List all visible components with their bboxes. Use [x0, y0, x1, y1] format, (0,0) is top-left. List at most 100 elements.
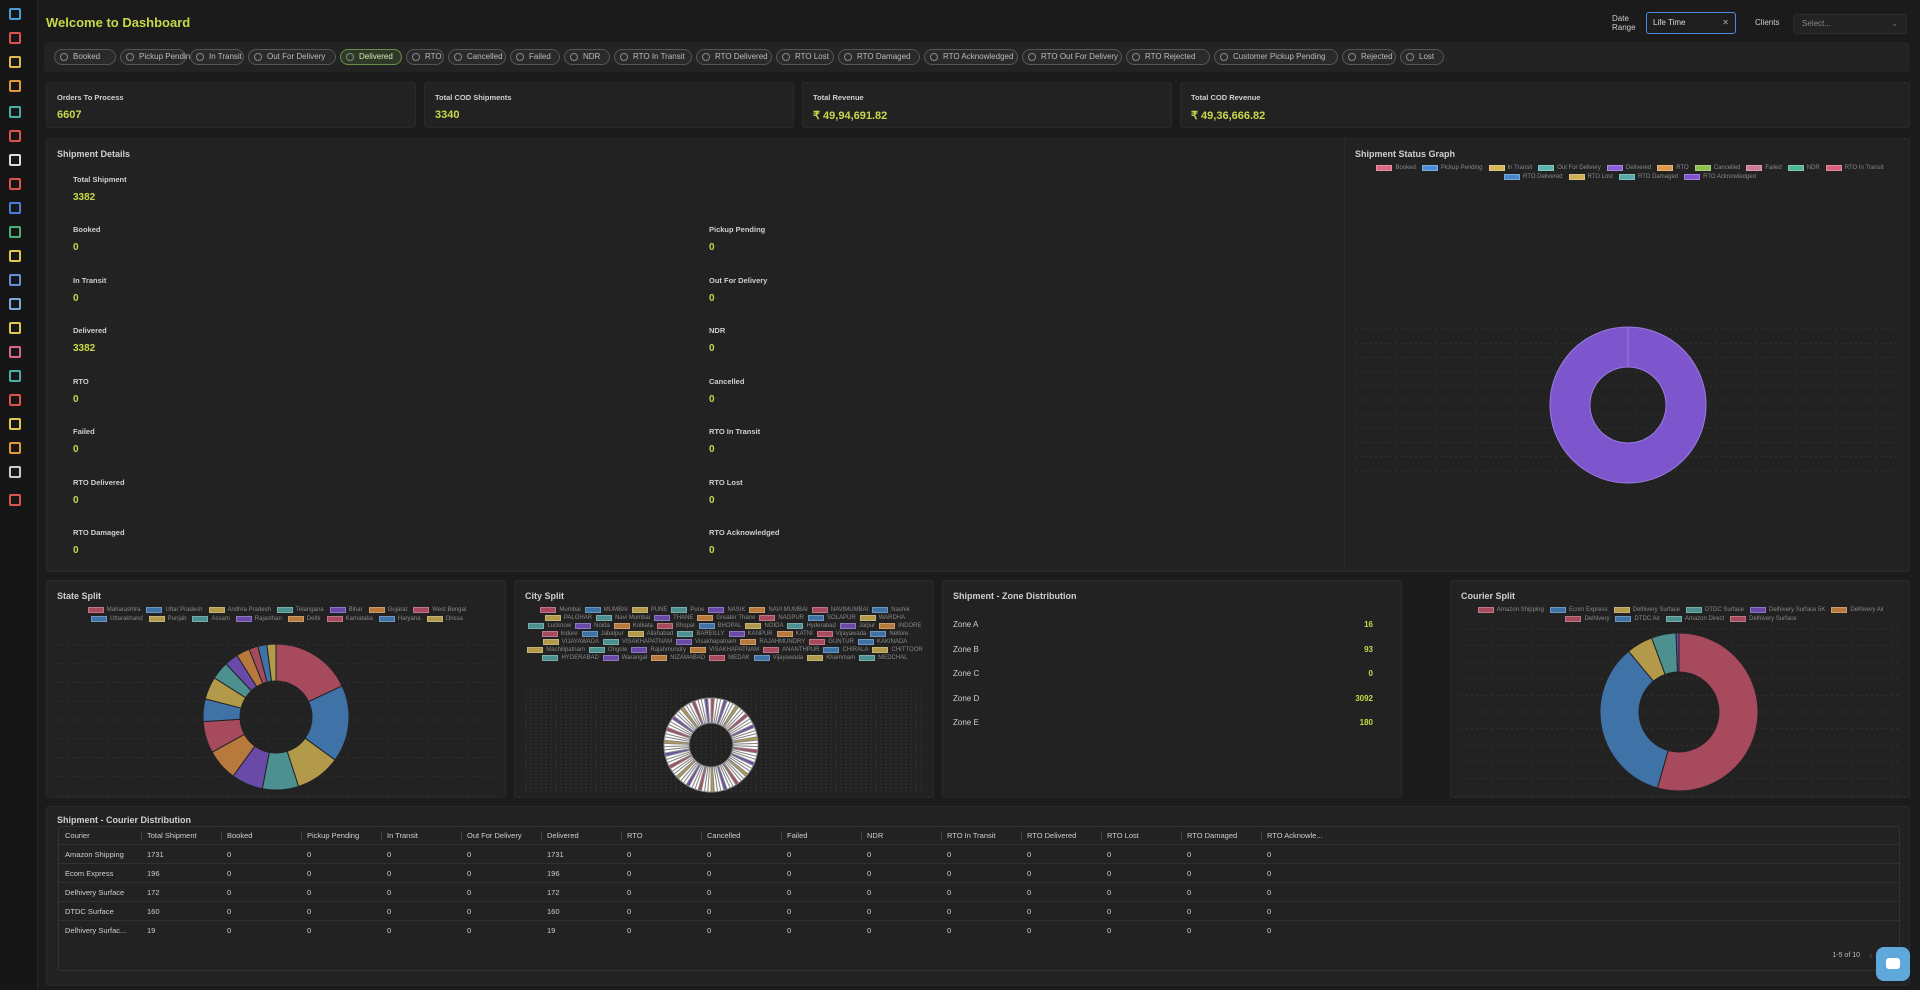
chip-label: RTO In Transit [633, 52, 685, 61]
filter-chip-rto-rejected[interactable]: RTO Rejected [1126, 49, 1210, 65]
filter-chip-rto-lost[interactable]: RTO Lost [776, 49, 834, 65]
table-cell: 0 [1187, 926, 1192, 935]
money-icon[interactable] [9, 226, 21, 238]
filter-chip-rto-acknowledged[interactable]: RTO Acknowledged [924, 49, 1018, 65]
filter-chip-rto-in-transit[interactable]: RTO In Transit [614, 49, 692, 65]
column-header[interactable]: Cancelled [707, 831, 740, 840]
box-icon[interactable] [9, 56, 21, 68]
table-row[interactable]: Delhivery Surfac... 19 0 0 0 0 19 0 0 0 0 0 0 0 0 0 [59, 920, 1901, 939]
column-divider[interactable] [781, 831, 782, 840]
filter-chip-customer-pickup-pending[interactable]: Customer Pickup Pending [1214, 49, 1338, 65]
table-row[interactable]: Delhivery Surface 172 0 0 0 0 172 0 0 0 0 0 0 0 0 0 [59, 882, 1901, 901]
column-header[interactable]: NDR [867, 831, 883, 840]
stat-value: 0 [73, 292, 79, 304]
filter-chip-pickup-pending[interactable]: Pickup Pending [120, 49, 195, 65]
column-header[interactable]: Booked [227, 831, 252, 840]
column-header[interactable]: Failed [787, 831, 807, 840]
table-cell: 0 [387, 888, 392, 897]
donut-slice[interactable] [1549, 326, 1707, 484]
card-icon[interactable] [9, 154, 21, 166]
column-header[interactable]: RTO Delivered [1027, 831, 1076, 840]
clients-select[interactable]: Select... ⌄ [1793, 14, 1907, 34]
table-row[interactable]: DTDC Surface 160 0 0 0 0 160 0 0 0 0 0 0 0 0 0 [59, 901, 1901, 920]
status-icon [782, 53, 790, 61]
calculator-icon[interactable] [9, 322, 21, 334]
column-divider[interactable] [301, 831, 302, 840]
target-icon[interactable] [9, 130, 21, 142]
prev-page-icon[interactable]: ‹ [1869, 951, 1872, 960]
column-divider[interactable] [1021, 831, 1022, 840]
filter-chip-in-transit[interactable]: In Transit [190, 49, 244, 65]
filter-chip-out-for-delivery[interactable]: Out For Delivery [248, 49, 336, 65]
column-divider[interactable] [701, 831, 702, 840]
column-divider[interactable] [861, 831, 862, 840]
filter-chip-rto-damaged[interactable]: RTO Damaged [838, 49, 920, 65]
column-divider[interactable] [1261, 831, 1262, 840]
dashboard-icon[interactable] [9, 8, 21, 20]
column-header[interactable]: In Transit [387, 831, 418, 840]
shield-icon[interactable] [9, 178, 21, 190]
status-icon [196, 53, 204, 61]
documents-icon[interactable] [9, 202, 21, 214]
filter-chip-booked[interactable]: Booked [54, 49, 116, 65]
column-header[interactable]: Courier [65, 831, 90, 840]
stat-out-for-delivery: Out For Delivery 0 [709, 276, 767, 304]
column-header[interactable]: Pickup Pending [307, 831, 359, 840]
column-header[interactable]: RTO Lost [1107, 831, 1139, 840]
filter-chip-ndr[interactable]: NDR [564, 49, 610, 65]
filter-chip-rto-out-for-delivery[interactable]: RTO Out For Delivery [1022, 49, 1122, 65]
filter-chip-rto-delivered[interactable]: RTO Delivered [696, 49, 772, 65]
column-header[interactable]: Out For Delivery [467, 831, 522, 840]
column-divider[interactable] [1101, 831, 1102, 840]
table-cell: 19 [147, 926, 156, 935]
column-header[interactable]: RTO [627, 831, 643, 840]
column-divider[interactable] [1181, 831, 1182, 840]
column-divider[interactable] [221, 831, 222, 840]
column-divider[interactable] [541, 831, 542, 840]
building-icon[interactable] [9, 370, 21, 382]
column-divider[interactable] [141, 831, 142, 840]
status-icon [516, 53, 524, 61]
table-cell: 0 [307, 888, 312, 897]
table-row[interactable]: Ecom Express 196 0 0 0 0 196 0 0 0 0 0 0 0 0 0 [59, 863, 1901, 882]
stat-rto-in-transit: RTO In Transit 0 [709, 427, 760, 455]
cloud-icon[interactable] [9, 346, 21, 358]
column-divider[interactable] [941, 831, 942, 840]
table-cell: Delhivery Surfac... [65, 926, 127, 935]
orders-icon[interactable] [9, 32, 21, 44]
stat-value: 0 [73, 494, 79, 506]
column-divider[interactable] [621, 831, 622, 840]
truck-icon[interactable] [9, 80, 21, 92]
column-divider[interactable] [381, 831, 382, 840]
column-divider[interactable] [461, 831, 462, 840]
filter-chip-rejected[interactable]: Rejected [1342, 49, 1396, 65]
store-icon[interactable] [9, 442, 21, 454]
logout-icon[interactable] [9, 494, 21, 506]
status-icon [126, 53, 134, 61]
file-icon[interactable] [9, 298, 21, 310]
column-header[interactable]: Total Shipment [147, 831, 197, 840]
analytics-icon[interactable] [9, 106, 21, 118]
table-cell: 160 [547, 907, 560, 916]
status-filter-bar: Booked Pickup Pending In Transit Out For De… [44, 42, 1910, 72]
date-range-select[interactable]: Life Time ✕ [1646, 12, 1736, 34]
filter-chip-failed[interactable]: Failed [510, 49, 560, 65]
user-icon[interactable] [9, 250, 21, 262]
column-header[interactable]: RTO Damaged [1187, 831, 1237, 840]
column-header[interactable]: RTO In Transit [947, 831, 996, 840]
filter-chip-cancelled[interactable]: Cancelled [448, 49, 506, 65]
column-header[interactable]: RTO Acknowle... [1267, 831, 1323, 840]
filter-chip-lost[interactable]: Lost [1400, 49, 1444, 65]
table-row[interactable]: Amazon Shipping 1731 0 0 0 0 1731 0 0 0 0 0 0 0 0 0 [59, 844, 1901, 863]
filter-chip-delivered[interactable]: Delivered [340, 49, 402, 65]
warehouse-icon[interactable] [9, 418, 21, 430]
users-icon[interactable] [9, 274, 21, 286]
card-label: Total COD Revenue [1191, 93, 1261, 102]
column-header[interactable]: Delivered [547, 831, 579, 840]
settings-icon[interactable] [9, 466, 21, 478]
package-icon[interactable] [9, 394, 21, 406]
stat-value: 0 [709, 545, 715, 556]
filter-chip-rto[interactable]: RTO [406, 49, 444, 65]
chat-button[interactable] [1876, 947, 1910, 981]
clear-icon[interactable]: ✕ [1722, 13, 1729, 33]
